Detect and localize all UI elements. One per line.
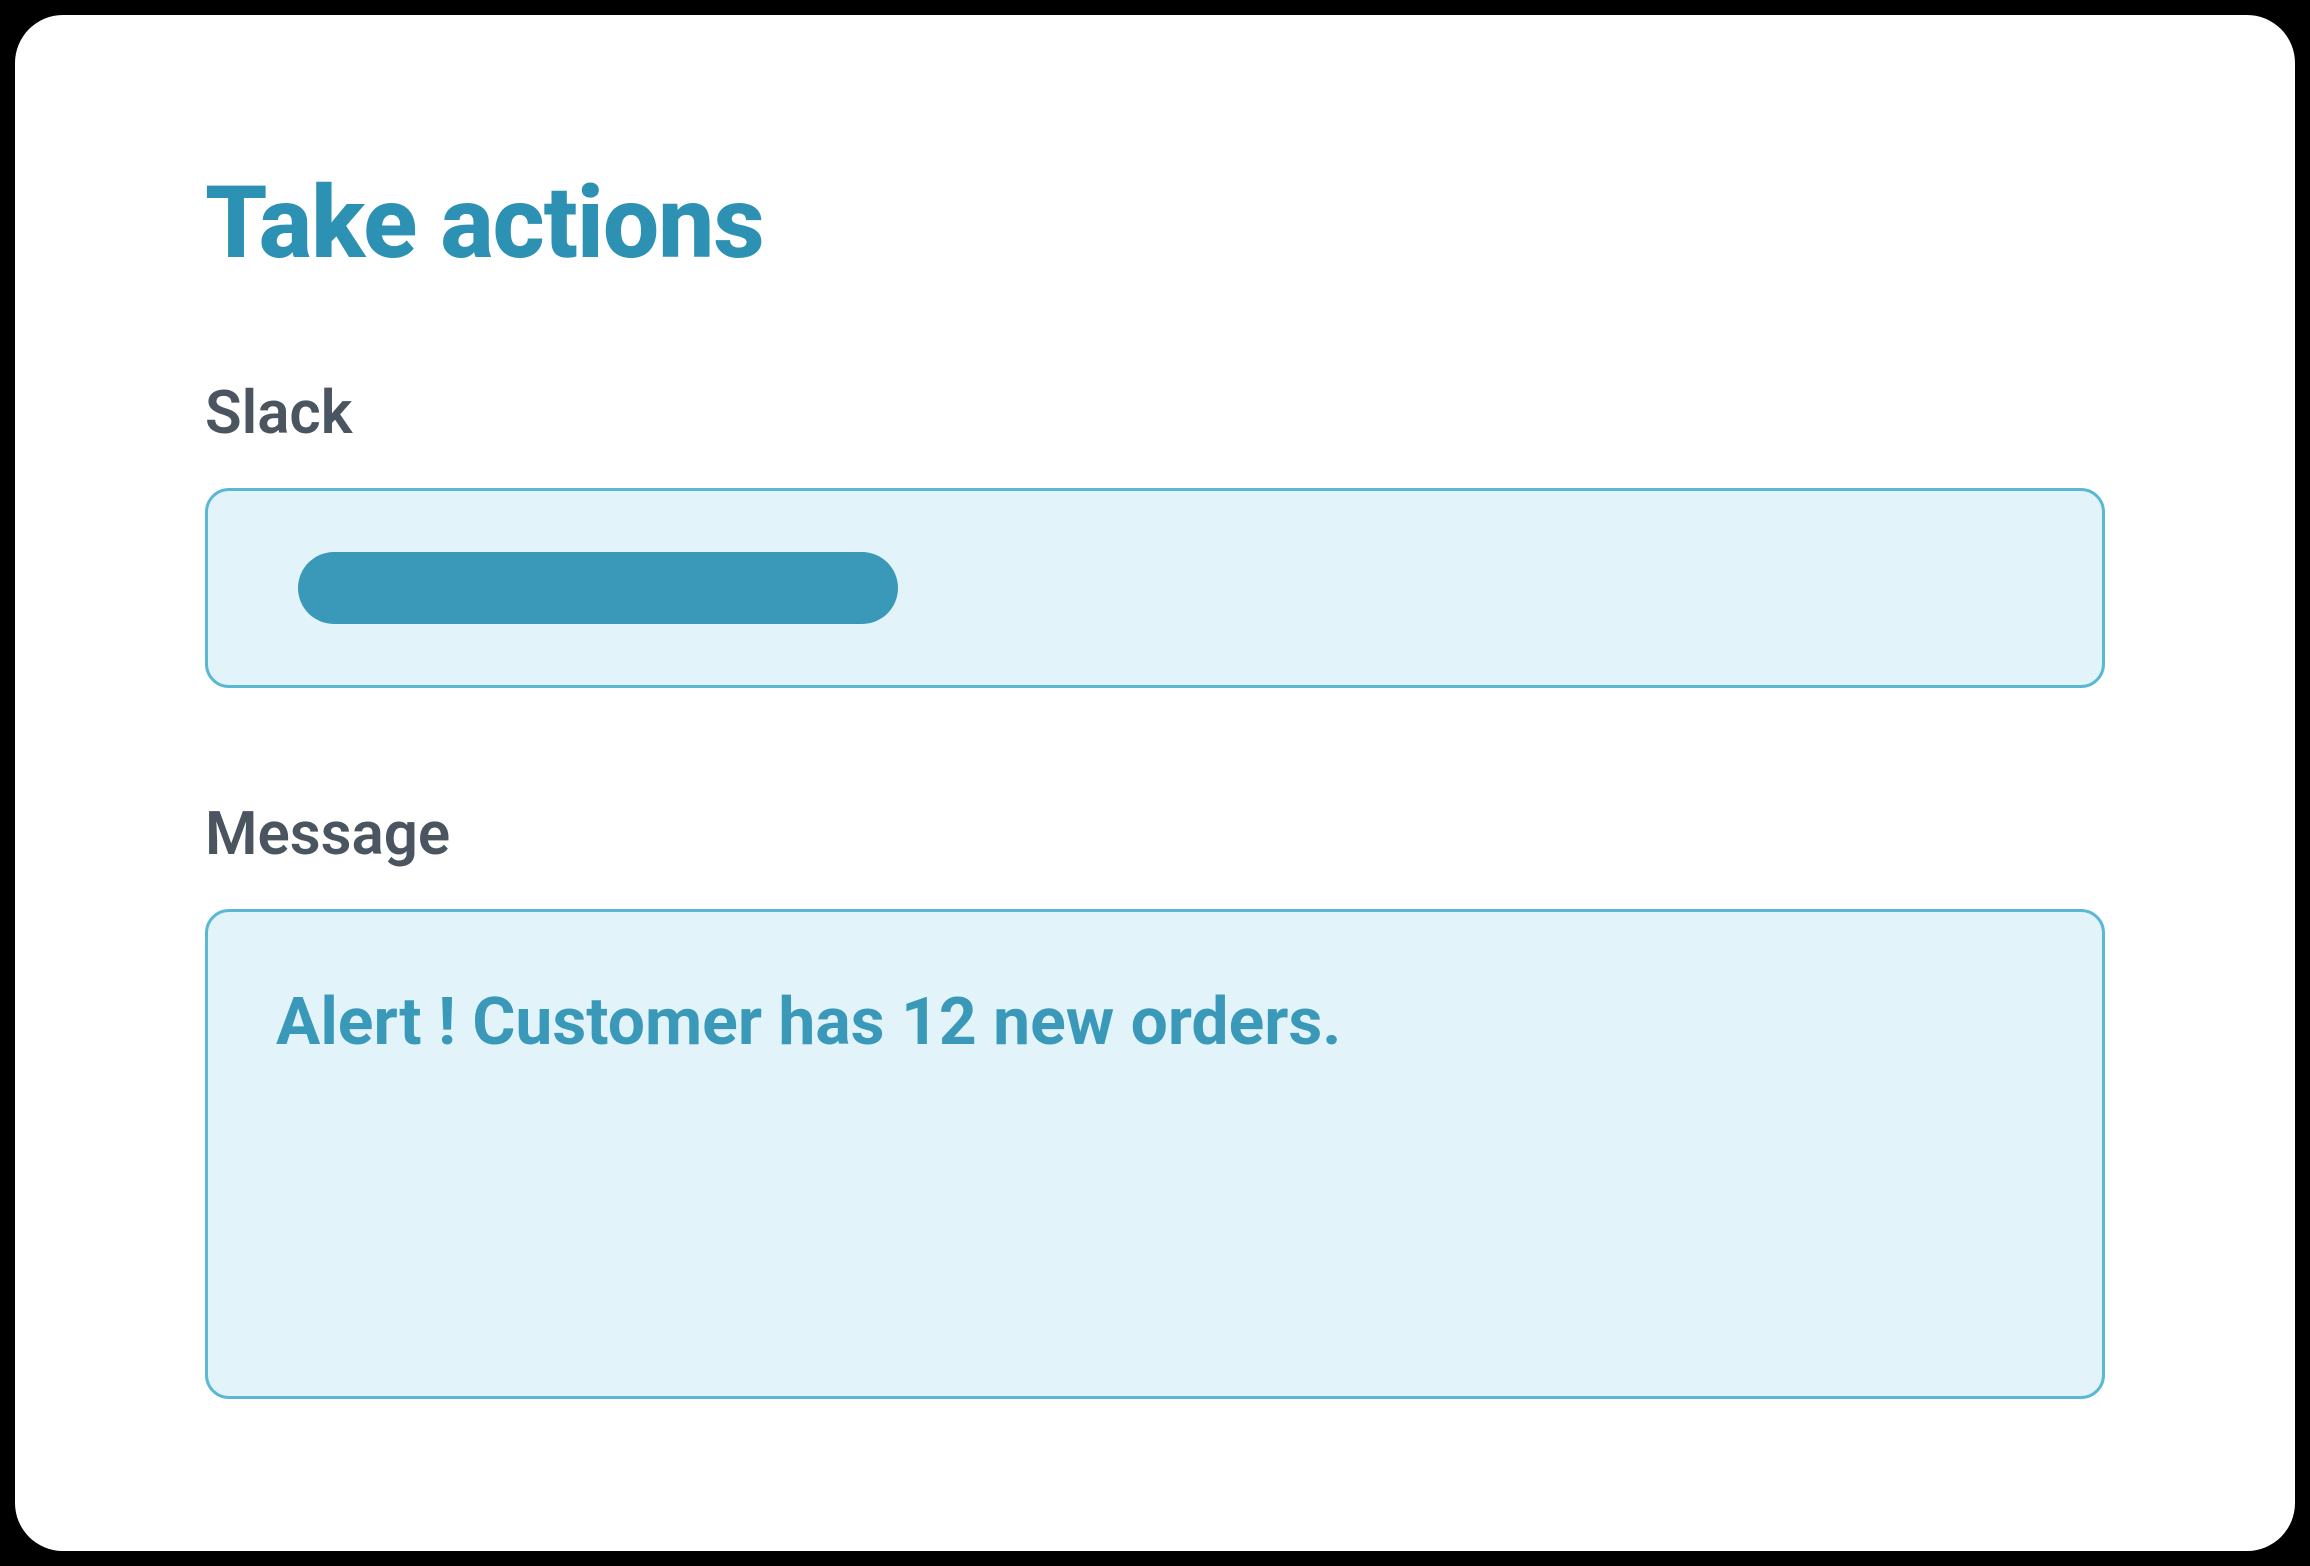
message-label: Message xyxy=(205,798,2105,869)
slack-field-group: Slack xyxy=(205,377,2105,688)
slack-channel-chip[interactable] xyxy=(298,552,898,624)
slack-label: Slack xyxy=(205,377,2105,448)
message-field-group: Message Alert ! Customer has 12 new orde… xyxy=(205,798,2105,1403)
take-actions-panel: Take actions Slack Message Alert ! Custo… xyxy=(15,15,2295,1551)
panel-title: Take actions xyxy=(205,165,2105,282)
message-input[interactable]: Alert ! Customer has 12 new orders. xyxy=(205,909,2105,1399)
slack-input[interactable] xyxy=(205,488,2105,688)
